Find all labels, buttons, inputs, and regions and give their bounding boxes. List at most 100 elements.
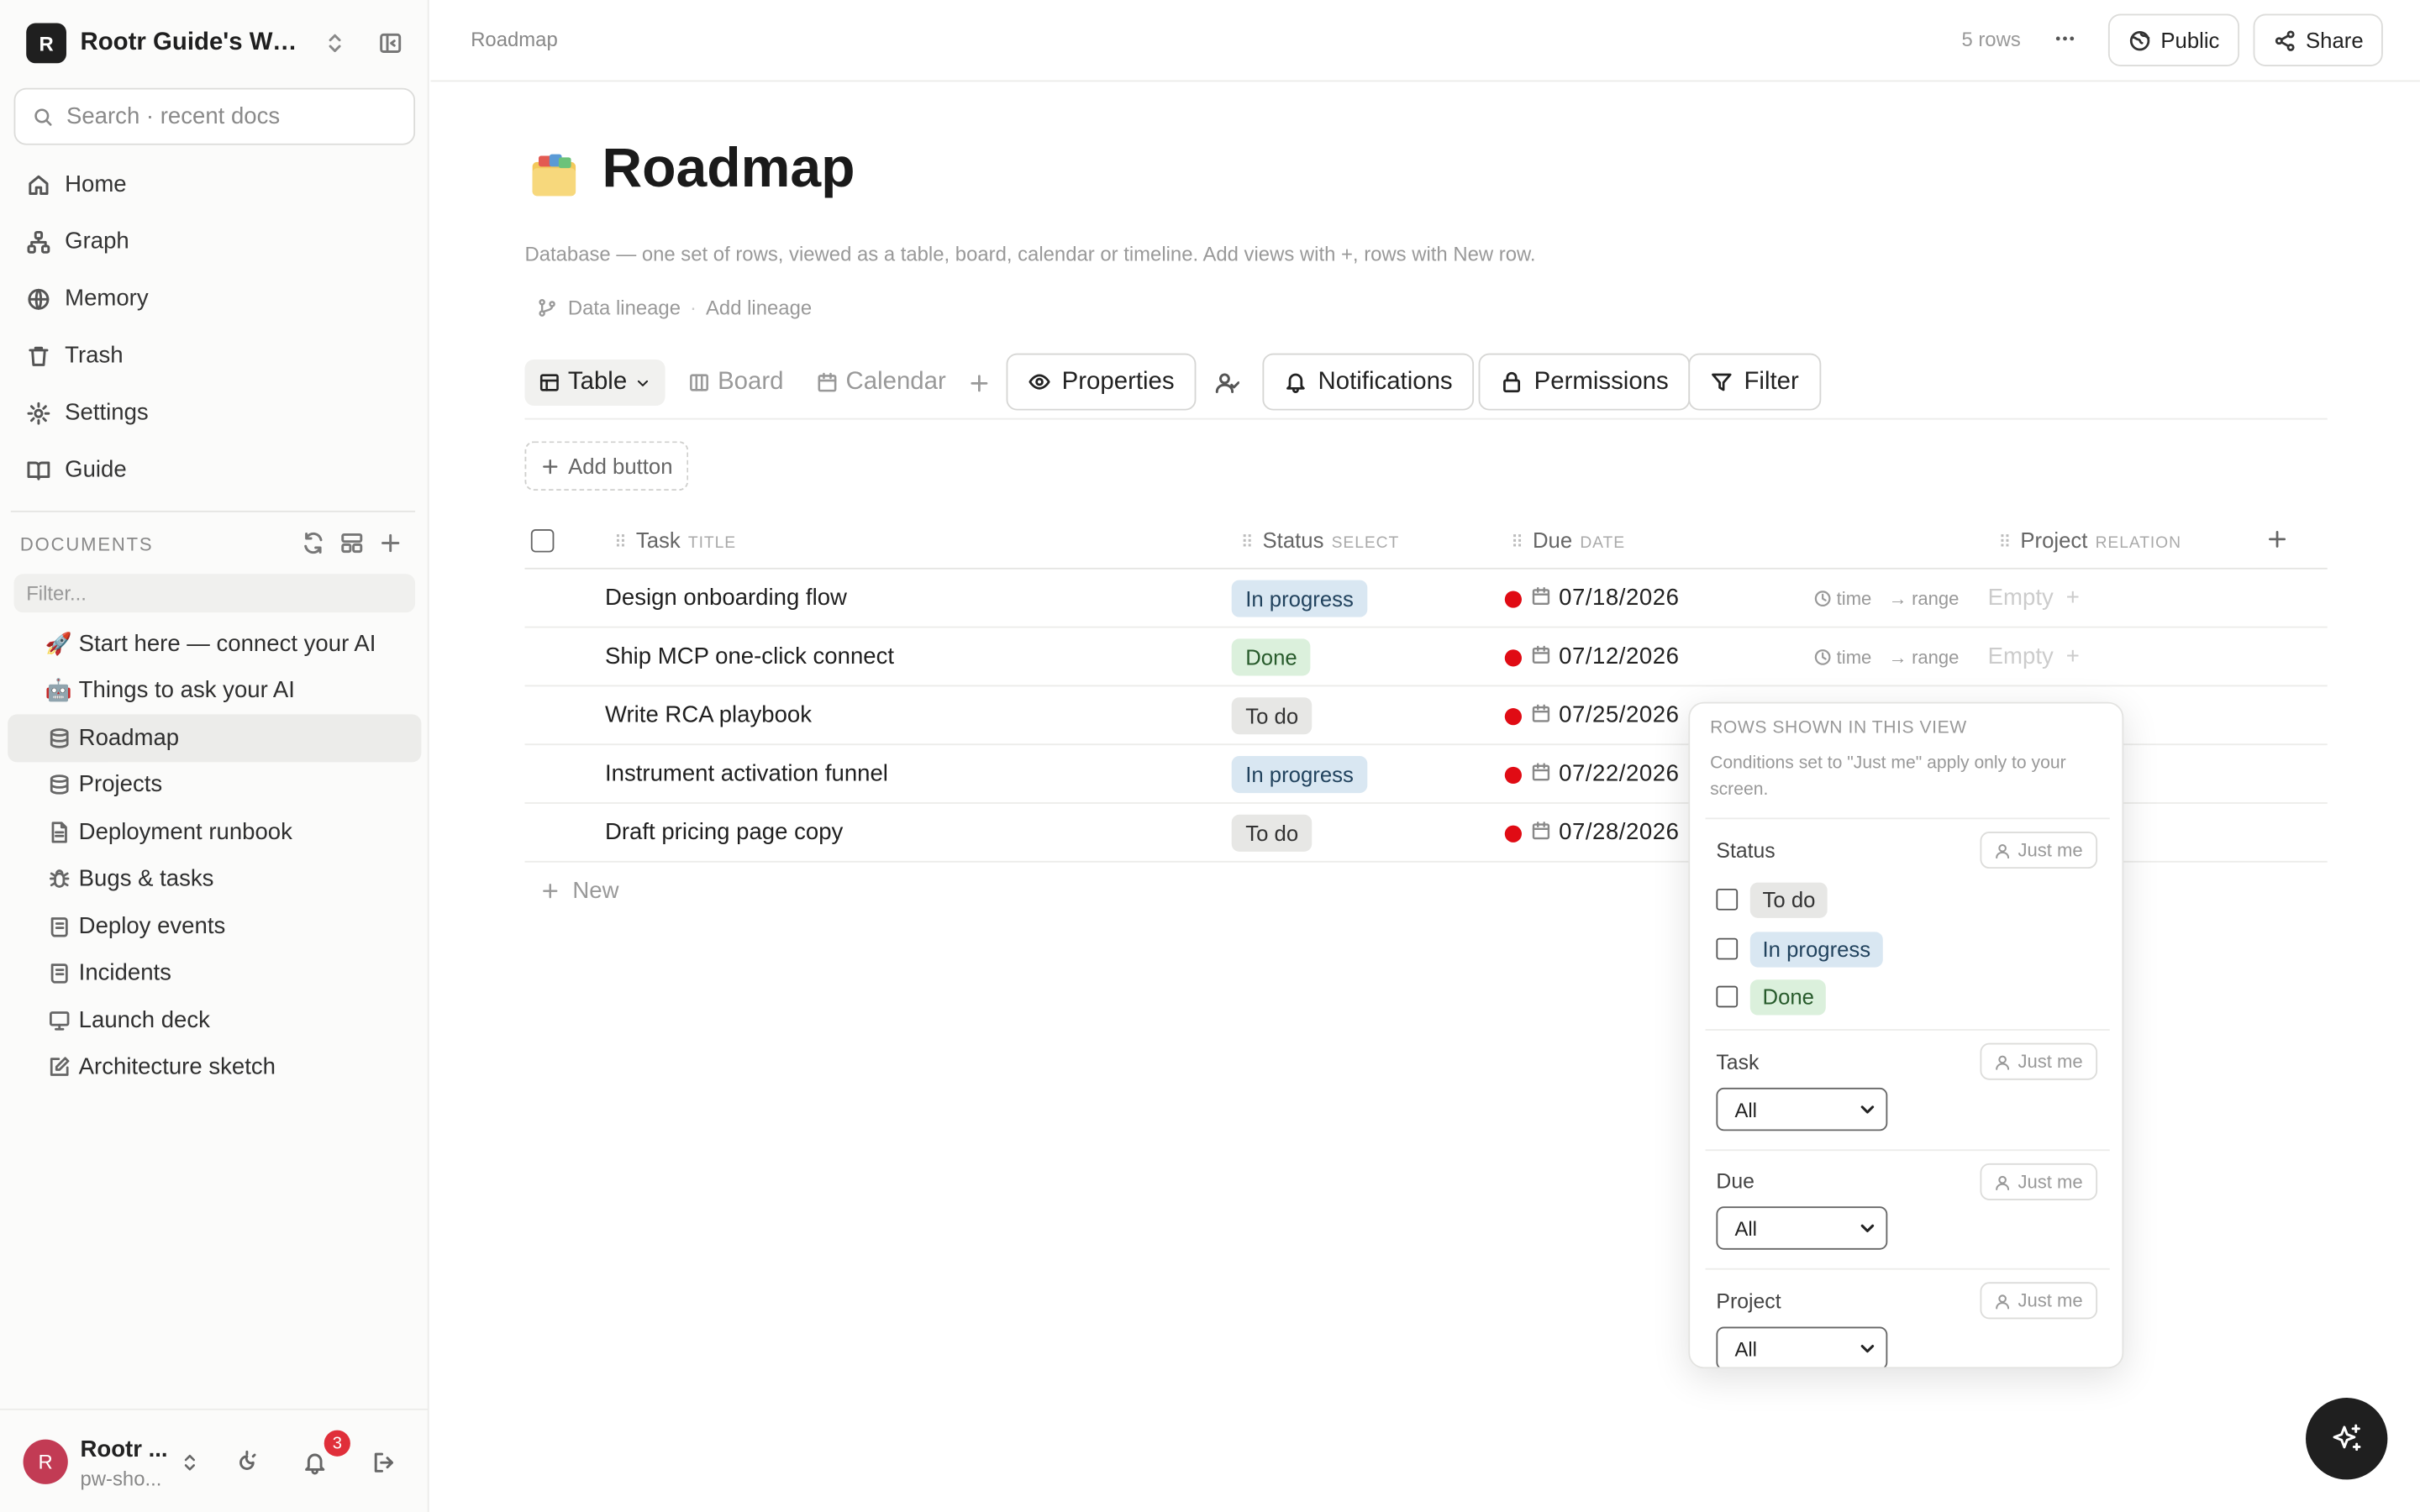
chevron-updown-icon[interactable] [179,1452,201,1473]
just-me-toggle-status[interactable]: Just me [1980,831,2098,869]
status-badge[interactable]: To do [1231,814,1313,852]
just-me-toggle-due[interactable]: Just me [1980,1163,2098,1200]
workspace-switcher[interactable]: R Rootr Guide's Workspace [26,22,409,65]
due-filter-select[interactable]: All [1716,1206,1888,1250]
templates-icon[interactable] [339,531,364,555]
doc-item-roadmap[interactable]: Roadmap [8,714,422,762]
user-name[interactable]: Rootr ... [81,1436,168,1462]
new-row-button[interactable]: New [540,878,619,904]
due-date-cell[interactable]: 07/25/2026 [1559,702,1679,728]
task-cell[interactable]: Instrument activation funnel [605,760,888,786]
plus-icon[interactable] [378,531,402,555]
ai-assistant-button[interactable] [2306,1398,2388,1480]
doc-item-bugs-tasks[interactable]: Bugs & tasks [8,855,421,902]
public-button[interactable]: Public [2107,13,2240,66]
due-date-cell[interactable]: 07/22/2026 [1559,760,1679,786]
checkbox[interactable] [1716,937,1739,960]
doc-item-projects[interactable]: Projects [8,761,421,808]
clock-icon[interactable] [1813,590,1832,608]
doc-item-deployment-runbook[interactable]: Deployment runbook [8,808,421,855]
task-cell[interactable]: Ship MCP one-click connect [605,643,894,669]
just-me-toggle-project[interactable]: Just me [1980,1282,2098,1320]
filter-button[interactable]: Filter [1688,353,1821,411]
status-option-done[interactable]: Done [1716,978,1827,1015]
column-header-project[interactable]: ⠿ Project RELATION [1999,528,2181,552]
theme-toggle-icon[interactable] [234,1450,259,1474]
status-badge[interactable]: Done [1231,638,1312,676]
notifications-button[interactable]: Notifications [1262,353,1475,411]
status-badge[interactable]: To do [1231,697,1313,735]
documents-filter-input[interactable] [26,581,397,605]
drag-handle-icon[interactable]: ⠿ [614,533,627,552]
add-project-icon[interactable]: + [2066,585,2080,611]
status-option-in-progress[interactable]: In progress [1716,931,1883,968]
doc-item-architecture-sketch[interactable]: Architecture sketch [8,1044,421,1091]
select-all-checkbox[interactable] [530,528,555,553]
project-filter-select[interactable]: All [1716,1326,1888,1368]
breadcrumb[interactable]: Roadmap [471,28,558,51]
share-button[interactable]: Share [2253,13,2384,66]
doc-item-deploy-events[interactable]: Deploy events [8,902,421,949]
add-lineage-link[interactable]: Add lineage [706,297,812,320]
search-box[interactable] [13,87,416,145]
drag-handle-icon[interactable]: ⠿ [1511,533,1523,552]
refresh-icon[interactable] [301,531,325,555]
status-badge[interactable]: In progress [1231,755,1368,794]
permissions-button[interactable]: Permissions [1478,353,1691,411]
just-me-toggle-task[interactable]: Just me [1980,1042,2098,1080]
table-row[interactable]: Ship MCP one-click connect Done 07/12/20… [524,628,2328,687]
doc-item-launch-deck[interactable]: Launch deck [8,997,421,1044]
tab-calendar[interactable]: Calendar [817,360,946,406]
add-range-link[interactable]: range [1912,647,1959,669]
due-date-cell[interactable]: 07/18/2026 [1559,585,1679,611]
add-time-link[interactable]: time [1837,647,1872,669]
properties-button[interactable]: Properties [1006,353,1197,411]
assign-user-button[interactable] [1214,360,1247,406]
column-header-task[interactable]: ⠿ Task TITLE [614,528,736,552]
add-project-icon[interactable]: + [2066,643,2080,669]
add-button[interactable]: Add button [524,441,689,491]
task-filter-select[interactable]: All [1716,1087,1888,1131]
tab-table[interactable]: Table [524,359,666,407]
column-header-status[interactable]: ⠿ Status SELECT [1241,528,1399,552]
doc-item-incidents[interactable]: Incidents [8,949,421,996]
nav-memory[interactable]: Memory [14,270,418,327]
project-cell[interactable]: Empty + [1988,585,2080,611]
page-title[interactable]: Roadmap [602,136,855,201]
checkbox[interactable] [1716,888,1739,911]
due-date-cell[interactable]: 07/28/2026 [1559,819,1679,845]
documents-filter[interactable] [13,574,416,613]
status-badge[interactable]: In progress [1231,580,1368,617]
nav-trash[interactable]: Trash [14,327,418,384]
drag-handle-icon[interactable]: ⠿ [1999,533,2012,552]
drag-handle-icon[interactable]: ⠿ [1241,533,1254,552]
notifications-bell-icon[interactable]: 3 [302,1430,350,1475]
add-view-button[interactable] [968,360,999,406]
avatar[interactable]: R [23,1439,68,1484]
task-cell[interactable]: Design onboarding flow [605,585,847,611]
more-options-icon[interactable] [2053,26,2077,50]
add-column-icon[interactable] [2265,528,2289,551]
nav-settings[interactable]: Settings [14,384,418,441]
folder-emoji-icon[interactable] [528,148,580,200]
task-cell[interactable]: Write RCA playbook [605,702,812,728]
tab-board[interactable]: Board [688,360,783,406]
status-option-todo[interactable]: To do [1716,881,1828,918]
checkbox[interactable] [1716,985,1739,1008]
doc-item-start-here[interactable]: 🚀 Start here — connect your AI [8,620,421,667]
due-date-cell[interactable]: 07/12/2026 [1559,643,1679,669]
nav-guide[interactable]: Guide [14,441,418,498]
collapse-sidebar-icon[interactable] [378,31,402,55]
add-range-link[interactable]: range [1912,588,1959,610]
clock-icon[interactable] [1813,648,1832,666]
nav-home[interactable]: Home [14,156,418,213]
search-input[interactable] [66,103,376,130]
logout-icon[interactable] [372,1450,397,1474]
add-time-link[interactable]: time [1837,588,1872,610]
nav-graph[interactable]: Graph [14,213,418,270]
table-row[interactable]: Design onboarding flow In progress 07/18… [524,570,2328,628]
task-cell[interactable]: Draft pricing page copy [605,819,843,845]
doc-item-things-to-ask[interactable]: 🤖 Things to ask your AI [8,667,421,714]
project-cell[interactable]: Empty + [1988,643,2080,669]
column-header-due[interactable]: ⠿ Due DATE [1511,528,1625,552]
